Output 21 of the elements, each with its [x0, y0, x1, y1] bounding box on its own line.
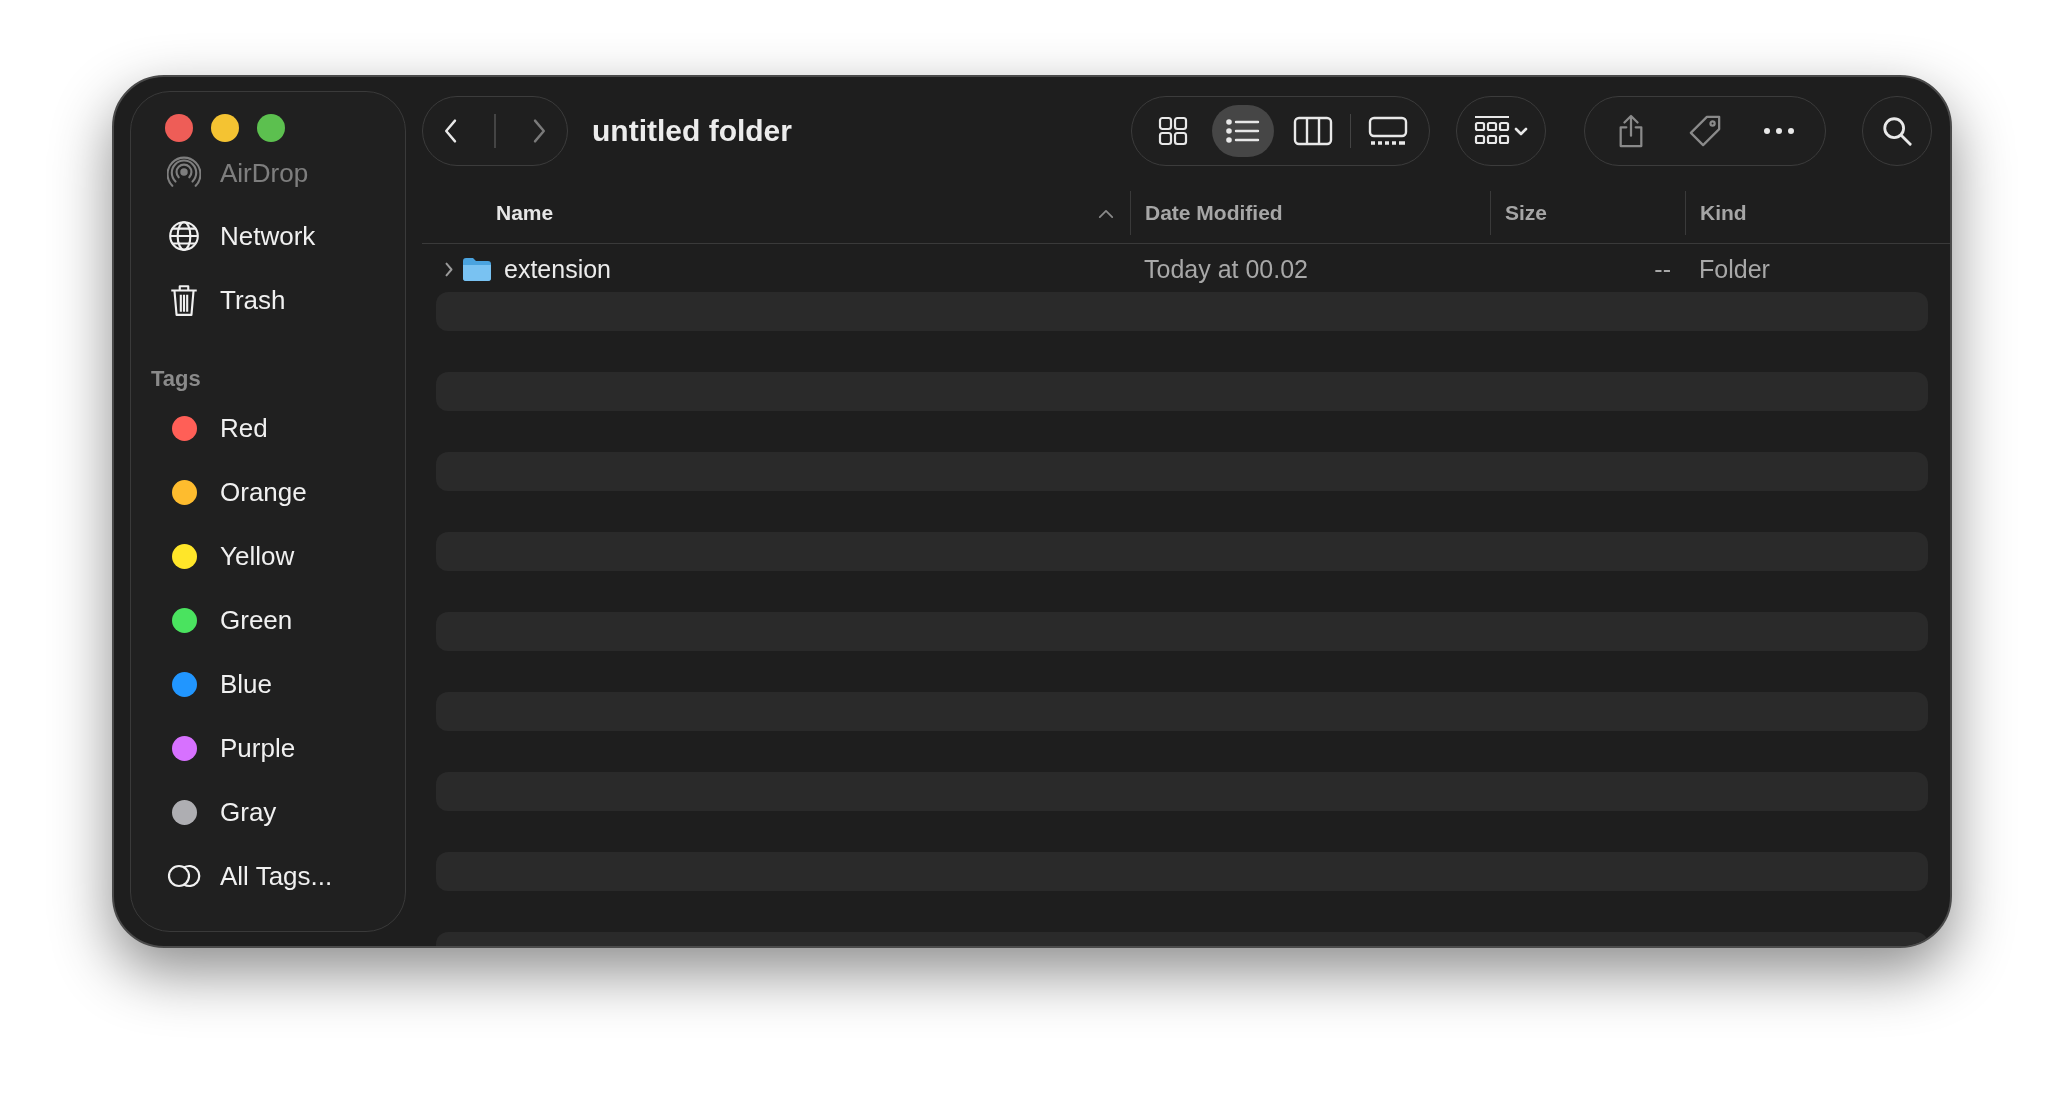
tag-item[interactable]: Orange — [220, 476, 307, 508]
tag-item[interactable]: Red — [220, 412, 268, 444]
sidebar-item[interactable]: Trash — [220, 284, 286, 316]
tag-item[interactable]: Blue — [220, 668, 273, 700]
column-header[interactable]: Date Modified — [1145, 201, 1283, 225]
tag-item[interactable]: Gray — [220, 796, 277, 828]
column-header[interactable]: Kind — [1700, 201, 1747, 225]
column-header[interactable]: Size — [1505, 201, 1548, 225]
kind-cell: Folder — [1699, 254, 1770, 284]
tag-item[interactable]: Green — [220, 604, 293, 636]
size-cell: -- — [1654, 254, 1671, 284]
section-heading: Tags — [151, 366, 202, 392]
all-tags-item[interactable]: All Tags... — [220, 860, 333, 892]
sidebar-item[interactable]: AirDrop — [220, 157, 309, 189]
file-name[interactable]: extension — [504, 254, 612, 284]
tag-item[interactable]: Yellow — [220, 540, 295, 572]
tag-item[interactable]: Purple — [220, 732, 296, 764]
window-title: untitled folder — [592, 114, 792, 148]
sidebar-item[interactable]: Network — [220, 220, 316, 252]
column-header[interactable]: Name — [496, 201, 554, 225]
date-cell: Today at 00.02 — [1144, 254, 1308, 284]
